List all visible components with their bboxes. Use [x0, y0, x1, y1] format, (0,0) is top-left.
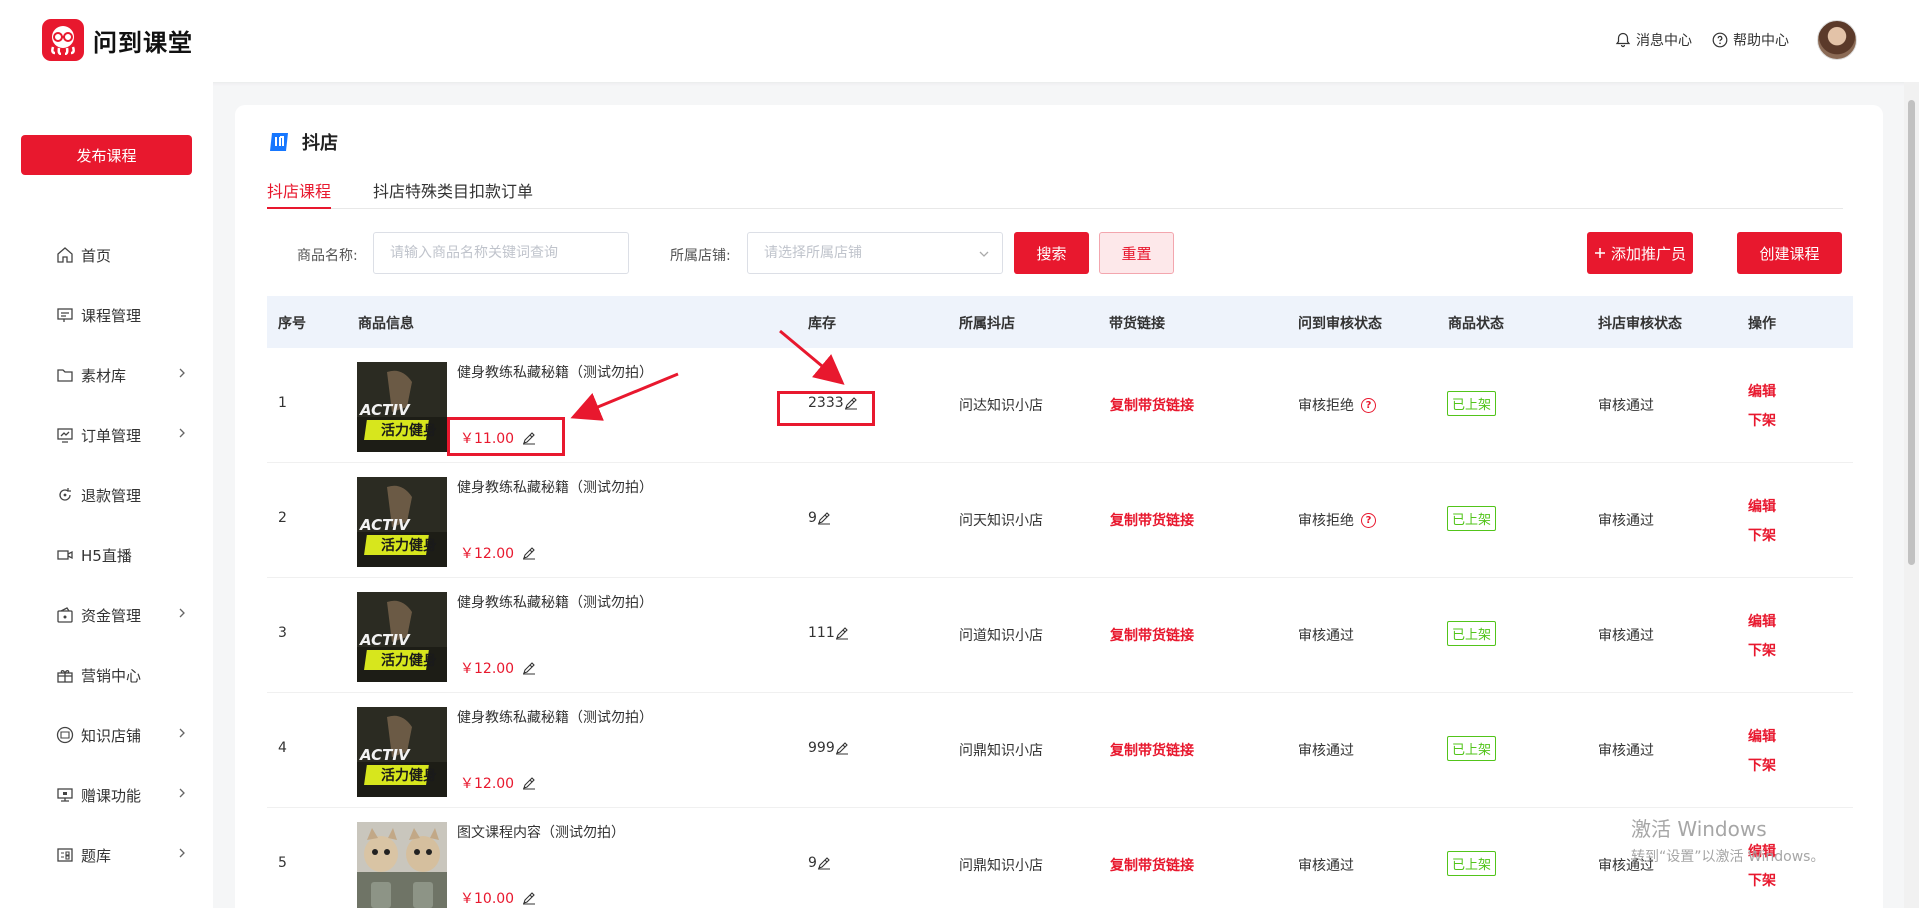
price-arrow [570, 372, 679, 421]
scrollbar-thumb[interactable] [1908, 100, 1915, 565]
watermark-line2: 转到“设置”以激活 Windows。 [1631, 849, 1825, 865]
watermark-line1: 激活 Windows [1631, 817, 1767, 841]
page-scrollbar[interactable] [1904, 82, 1919, 908]
windows-activation-watermark: 激活 Windows 转到“设置”以激活 Windows。 [1631, 813, 1824, 866]
annotation-arrows [570, 329, 845, 421]
stock-arrow [779, 329, 845, 385]
